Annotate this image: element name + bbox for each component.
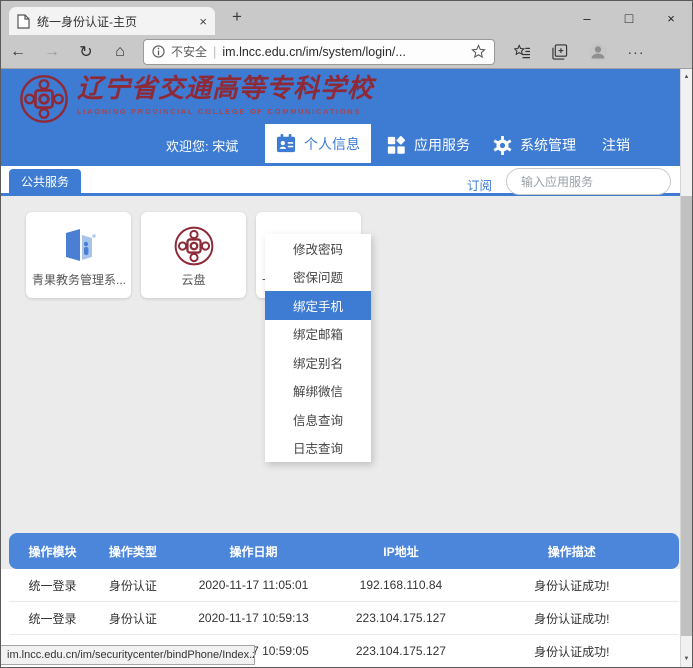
favorites-star (514, 45, 523, 54)
refresh-button[interactable]: ↻ (69, 42, 103, 62)
minimize-button[interactable]: – (566, 1, 608, 35)
menu-item-info-query[interactable]: 信息查询 (265, 405, 371, 434)
menu-item-change-password[interactable]: 修改密码 (265, 234, 371, 263)
home-button[interactable]: ⌂ (103, 43, 137, 61)
table-row: 统一登录 身份认证 2020-11-17 11:05:01 192.168.11… (9, 569, 679, 602)
browser-toolbar: ← → ↻ ⌂ 不安全 | im.lncc.edu.cn/im/system/l… (1, 35, 692, 69)
address-bar[interactable]: 不安全 | im.lncc.edu.cn/im/system/login/... (143, 39, 495, 65)
title-bar: 统一身份认证-主页 × + – □ × (1, 1, 692, 35)
table-row: 统一登录 身份认证 2020-11-17 10:59:13 223.104.17… (9, 602, 679, 635)
bookmark-star-icon[interactable] (471, 44, 486, 59)
menu-item-unbind-wechat[interactable]: 解绑微信 (265, 377, 371, 406)
app-tile-label: 云盘 (147, 271, 240, 288)
service-tabbar: 公共服务 订阅 (1, 166, 680, 196)
site-nav: 欢迎您: 宋斌 个人信息 (1, 124, 680, 166)
column-header: IP地址 (337, 543, 464, 560)
new-tab-button[interactable]: + (225, 7, 249, 33)
menu-dots-icon: ··· (628, 44, 645, 60)
cell-ip: 223.104.175.127 (337, 644, 464, 658)
url-text[interactable]: im.lncc.edu.cn/im/system/login/... (222, 45, 465, 59)
collections-button[interactable] (541, 35, 579, 69)
column-header: 操作类型 (96, 543, 170, 560)
app-search-input[interactable] (521, 175, 676, 189)
back-button[interactable]: ← (1, 43, 35, 61)
gear-icon (493, 136, 512, 155)
cell-date: 2020-11-17 11:05:01 (170, 578, 338, 592)
school-logo-seal-icon (19, 74, 69, 124)
building-icon (26, 224, 131, 268)
cell-date: 2020-11-17 10:59:13 (170, 611, 338, 625)
log-table-header: 操作模块 操作类型 操作日期 IP地址 操作描述 (9, 533, 679, 569)
page-scrollbar[interactable]: ▲ ▼ (680, 69, 692, 667)
personal-info-dropdown: 修改密码 密保问题 绑定手机 绑定邮箱 绑定别名 解绑微信 信息查询 日志查询 (265, 234, 371, 462)
menu-item-security-question[interactable]: 密保问题 (265, 263, 371, 292)
nav-item-personal-info[interactable]: 个人信息 (265, 124, 371, 163)
menu-item-bind-alias[interactable]: 绑定别名 (265, 348, 371, 377)
cell-type: 身份认证 (96, 577, 170, 594)
tab-public-services[interactable]: 公共服务 (9, 169, 81, 196)
security-label[interactable]: 不安全 (171, 43, 207, 60)
site-header: 辽宁省交通高等专科学校 LIAONING PROVINCIAL COLLEGE … (1, 69, 680, 166)
school-name-block: 辽宁省交通高等专科学校 LIAONING PROVINCIAL COLLEGE … (77, 73, 374, 116)
menu-item-bind-phone[interactable]: 绑定手机 (265, 291, 371, 320)
column-header: 操作描述 (465, 543, 679, 560)
close-button[interactable]: × (650, 1, 692, 35)
tab-close-icon[interactable]: × (199, 14, 207, 29)
cell-ip: 223.104.175.127 (337, 611, 464, 625)
cell-ip: 192.168.110.84 (337, 578, 464, 592)
id-badge-icon (276, 134, 296, 153)
profile-avatar[interactable] (579, 35, 617, 69)
page-icon (17, 14, 30, 29)
cell-description: 身份认证成功! (465, 610, 679, 627)
menu-item-log-query[interactable]: 日志查询 (265, 434, 371, 463)
cell-type: 身份认证 (96, 610, 170, 627)
nav-item-logout[interactable]: 注销 (602, 124, 630, 166)
menu-item-bind-email[interactable]: 绑定邮箱 (265, 320, 371, 349)
app-grid-icon (387, 136, 406, 155)
cell-module: 统一登录 (9, 610, 96, 627)
nav-item-label: 注销 (602, 135, 630, 155)
nav-item-label: 应用服务 (414, 135, 470, 155)
forward-button[interactable]: → (35, 43, 69, 61)
app-tile-qingguo[interactable]: 青果教务管理系... (26, 212, 131, 298)
favorites-bar-button[interactable] (503, 35, 541, 69)
status-bar-url: im.lncc.edu.cn/im/securitycenter/bindPho… (1, 645, 255, 665)
scroll-down-icon[interactable]: ▼ (681, 651, 692, 667)
scroll-up-icon[interactable]: ▲ (681, 69, 692, 85)
maximize-button[interactable]: □ (608, 1, 650, 35)
column-header: 操作日期 (170, 543, 338, 560)
cell-description: 身份认证成功! (465, 643, 679, 660)
nav-item-system-admin[interactable]: 系统管理 (493, 124, 576, 166)
url-separator: | (213, 44, 216, 59)
school-seal-icon (141, 224, 246, 268)
app-search-box[interactable] (506, 168, 671, 195)
column-header: 操作模块 (9, 543, 96, 560)
web-page: 辽宁省交通高等专科学校 LIAONING PROVINCIAL COLLEGE … (1, 69, 692, 667)
menu-button[interactable]: ··· (617, 35, 655, 69)
school-name-en: LIAONING PROVINCIAL COLLEGE OF COMMUNICA… (77, 107, 374, 116)
nav-item-label: 个人信息 (304, 134, 360, 154)
welcome-text: 欢迎您: 宋斌 (166, 124, 238, 166)
window-controls: – □ × (566, 1, 692, 35)
toolbar-icons: ··· (503, 35, 655, 69)
app-tile-label: 青果教务管理系... (32, 271, 125, 288)
subscribe-link[interactable]: 订阅 (467, 175, 492, 194)
cell-description: 身份认证成功! (465, 577, 679, 594)
browser-window: 统一身份认证-主页 × + – □ × ← → ↻ ⌂ 不安全 | im.lnc… (0, 0, 693, 668)
info-icon (152, 45, 165, 58)
school-name-zh: 辽宁省交通高等专科学校 (77, 73, 374, 105)
page-inner: 辽宁省交通高等专科学校 LIAONING PROVINCIAL COLLEGE … (1, 69, 680, 667)
scrollbar-thumb[interactable] (681, 196, 692, 636)
nav-item-app-services[interactable]: 应用服务 (387, 124, 470, 166)
cell-module: 统一登录 (9, 577, 96, 594)
tab-title: 统一身份认证-主页 (37, 13, 192, 30)
app-tile-cloud-disk[interactable]: 云盘 (141, 212, 246, 298)
browser-tab[interactable]: 统一身份认证-主页 × (9, 7, 215, 35)
nav-item-label: 系统管理 (520, 135, 576, 155)
